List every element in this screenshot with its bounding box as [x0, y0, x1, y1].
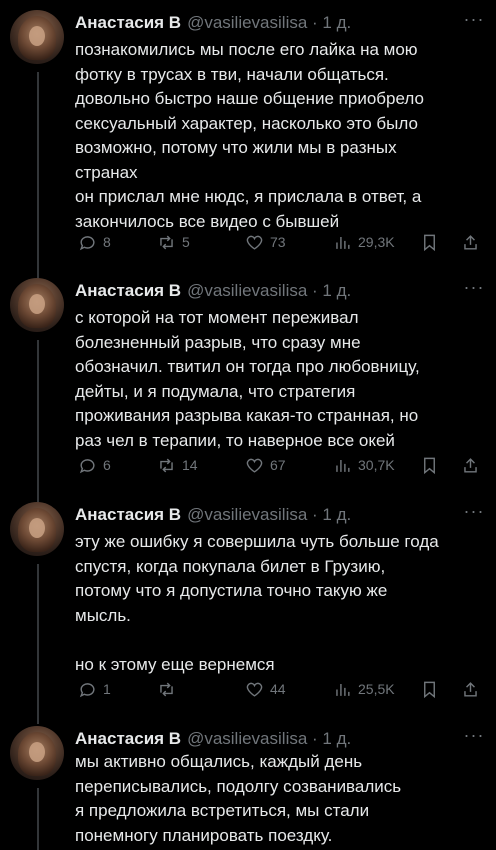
- avatar[interactable]: [10, 726, 64, 780]
- tweet-header: Анастасия В @vasilievasilisa · 1 д.: [75, 726, 475, 752]
- bookmark-button[interactable]: [420, 453, 439, 477]
- share-icon: [464, 681, 477, 697]
- more-options-icon[interactable]: ···: [462, 278, 486, 302]
- views-button[interactable]: 30,7K: [333, 453, 395, 477]
- repost-count: 14: [182, 457, 198, 473]
- avatar[interactable]: [10, 10, 64, 64]
- author-name[interactable]: Анастасия В: [75, 13, 181, 33]
- tweet-actions: 8 5 73 29,3K: [75, 230, 485, 254]
- reply-button[interactable]: 6: [78, 453, 111, 477]
- like-count: 67: [270, 457, 286, 473]
- author-handle-and-time[interactable]: @vasilievasilisa · 1 д.: [187, 13, 351, 33]
- views-chart-icon: [336, 236, 350, 249]
- tweet-header: Анастасия В @vasilievasilisa · 1 д.: [75, 278, 475, 304]
- repost-icon: [160, 235, 173, 249]
- views-count: 25,5K: [358, 681, 395, 697]
- repost-button[interactable]: 5: [157, 230, 190, 254]
- author-name[interactable]: Анастасия В: [75, 729, 181, 749]
- bookmark-button[interactable]: [420, 230, 439, 254]
- avatar[interactable]: [10, 278, 64, 332]
- heart-icon: [246, 682, 263, 697]
- tweet[interactable]: Анастасия В @vasilievasilisa · 1 д. ··· …: [0, 502, 496, 724]
- author-handle-and-time[interactable]: @vasilievasilisa · 1 д.: [187, 281, 351, 301]
- share-button[interactable]: [461, 453, 480, 477]
- author-handle-and-time[interactable]: @vasilievasilisa · 1 д.: [187, 729, 351, 749]
- reply-count: 8: [103, 234, 111, 250]
- repost-icon: [160, 458, 173, 472]
- like-count: 73: [270, 234, 286, 250]
- reply-icon: [79, 458, 95, 473]
- views-button[interactable]: 25,5K: [333, 677, 395, 701]
- thread-feed: Анастасия В @vasilievasilisa · 1 д. ··· …: [0, 0, 496, 850]
- tweet-text: с которой на тот момент переживал болезн…: [75, 308, 420, 450]
- thread-connector-line: [37, 564, 39, 724]
- views-chart-icon: [336, 683, 350, 696]
- avatar[interactable]: [10, 502, 64, 556]
- reply-count: 6: [103, 457, 111, 473]
- share-icon: [464, 234, 477, 250]
- views-count: 30,7K: [358, 457, 395, 473]
- views-button[interactable]: 29,3K: [333, 230, 395, 254]
- share-button[interactable]: [461, 677, 480, 701]
- reply-button[interactable]: 1: [78, 677, 111, 701]
- reply-count: 1: [103, 681, 111, 697]
- heart-icon: [246, 235, 263, 250]
- tweet-text: эту же ошибку я совершила чуть больше го…: [75, 532, 439, 674]
- reply-icon: [79, 235, 95, 250]
- bookmark-icon: [424, 681, 435, 698]
- like-count: 44: [270, 681, 286, 697]
- thread-connector-line: [37, 340, 39, 508]
- more-options-icon[interactable]: ···: [462, 10, 486, 34]
- like-button[interactable]: 44: [245, 677, 286, 701]
- tweet[interactable]: Анастасия В @vasilievasilisa · 1 д. ··· …: [0, 10, 496, 290]
- heart-icon: [246, 458, 263, 473]
- tweet-header: Анастасия В @vasilievasilisa · 1 д.: [75, 10, 475, 36]
- thread-connector-line: [37, 72, 39, 290]
- views-chart-icon: [336, 459, 350, 472]
- like-button[interactable]: 67: [245, 453, 286, 477]
- tweet-header: Анастасия В @vasilievasilisa · 1 д.: [75, 502, 475, 528]
- reply-icon: [79, 682, 95, 697]
- bookmark-icon: [424, 234, 435, 251]
- bookmark-icon: [424, 457, 435, 474]
- repost-icon: [160, 682, 173, 696]
- repost-button[interactable]: 14: [157, 453, 198, 477]
- reply-button[interactable]: 8: [78, 230, 111, 254]
- author-name[interactable]: Анастасия В: [75, 505, 181, 525]
- tweet-actions: 1 44 25,5K: [75, 677, 485, 701]
- repost-count: 5: [182, 234, 190, 250]
- tweet[interactable]: Анастасия В @vasilievasilisa · 1 д. ··· …: [0, 278, 496, 508]
- author-name[interactable]: Анастасия В: [75, 281, 181, 301]
- more-options-icon[interactable]: ···: [462, 726, 486, 750]
- bookmark-button[interactable]: [420, 677, 439, 701]
- author-handle-and-time[interactable]: @vasilievasilisa · 1 д.: [187, 505, 351, 525]
- share-button[interactable]: [461, 230, 480, 254]
- tweet[interactable]: Анастасия В @vasilievasilisa · 1 д. ··· …: [0, 726, 496, 850]
- views-count: 29,3K: [358, 234, 395, 250]
- more-options-icon[interactable]: ···: [462, 502, 486, 526]
- tweet-text: мы активно общались, каждый день перепис…: [75, 752, 402, 845]
- tweet-text: познакомились мы после его лайка на мою …: [75, 40, 424, 231]
- thread-connector-line: [37, 788, 39, 850]
- tweet-actions: 6 14 67 30,7K: [75, 453, 485, 477]
- share-icon: [464, 457, 477, 473]
- repost-button[interactable]: [157, 677, 182, 701]
- like-button[interactable]: 73: [245, 230, 286, 254]
